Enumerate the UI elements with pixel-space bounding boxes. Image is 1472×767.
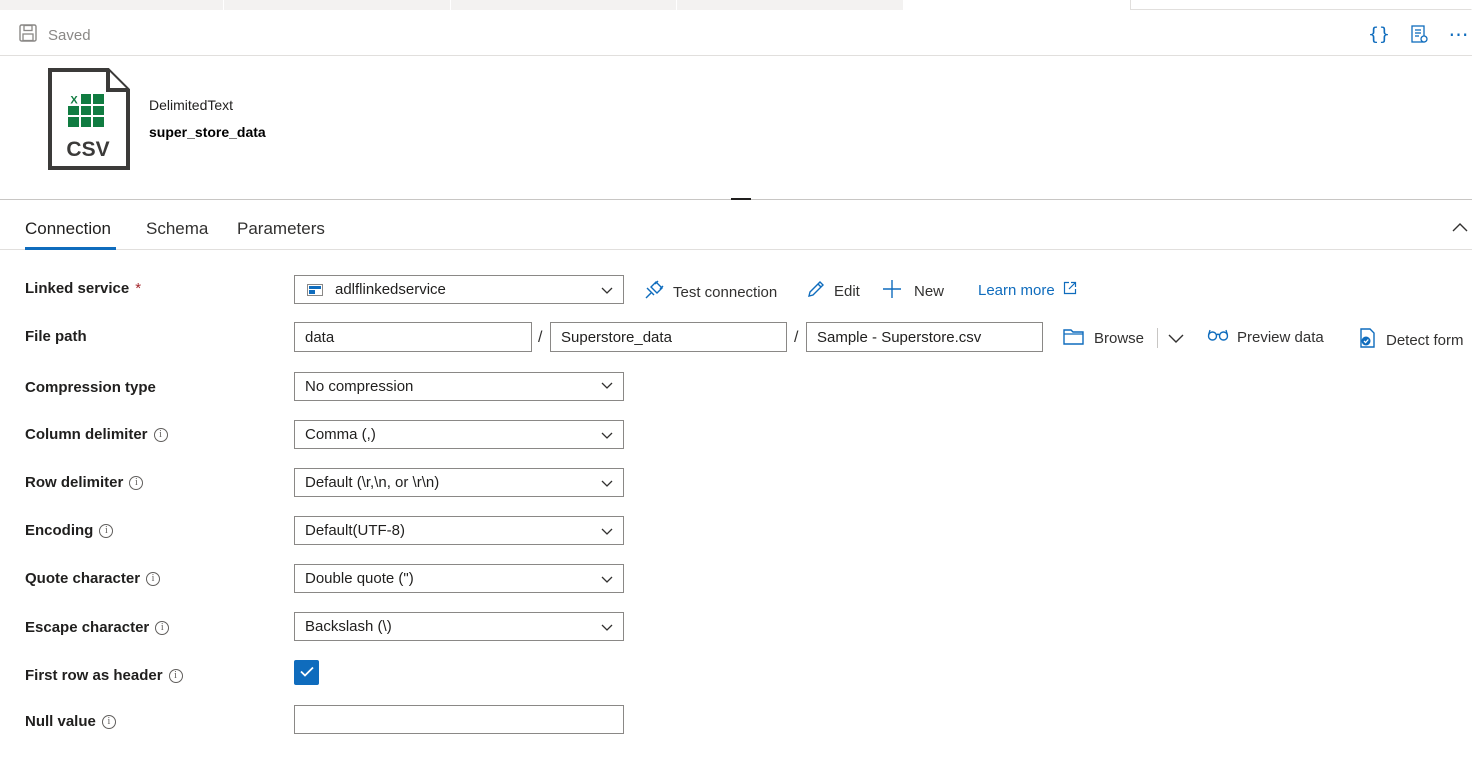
file-path-directory-input[interactable]: Superstore_data xyxy=(550,322,787,352)
first-row-header-checkbox[interactable] xyxy=(294,660,319,685)
glasses-icon xyxy=(1207,328,1229,346)
chevron-down-icon xyxy=(601,428,613,445)
command-bar: Saved {} ⋯ xyxy=(0,11,1472,56)
chevron-down-icon xyxy=(1168,331,1184,348)
chevron-down-icon xyxy=(601,283,613,300)
quote-character-select[interactable]: Double quote (") xyxy=(294,564,624,593)
folder-icon xyxy=(1063,328,1084,349)
linked-service-select[interactable]: adlflinkedservice xyxy=(294,275,624,304)
path-separator: / xyxy=(794,329,799,346)
escape-character-select[interactable]: Backslash (\) xyxy=(294,612,624,641)
info-icon[interactable]: i xyxy=(129,475,144,490)
info-icon[interactable]: i xyxy=(99,523,114,538)
compression-type-select[interactable]: No compression xyxy=(294,372,624,401)
document-tab[interactable] xyxy=(0,0,224,10)
csv-file-icon: X CSV xyxy=(48,68,130,175)
file-path-file-input[interactable]: Sample - Superstore.csv xyxy=(806,322,1043,352)
null-value-input[interactable] xyxy=(294,705,624,734)
code-braces-icon[interactable]: {} xyxy=(1366,21,1392,47)
plus-icon xyxy=(882,279,902,303)
info-icon[interactable]: i xyxy=(168,668,183,683)
file-path-container-input[interactable]: data xyxy=(294,322,532,352)
column-delimiter-select[interactable]: Comma (,) xyxy=(294,420,624,449)
info-icon[interactable]: i xyxy=(153,427,168,442)
row-delimiter-label: Row delimiter i xyxy=(25,474,144,491)
encoding-select[interactable]: Default(UTF-8) xyxy=(294,516,624,545)
document-tab[interactable] xyxy=(224,0,451,10)
pencil-icon xyxy=(806,279,826,303)
encoding-label: Encoding i xyxy=(25,522,114,539)
document-tab[interactable] xyxy=(677,0,904,10)
compression-type-label: Compression type xyxy=(25,379,156,396)
first-row-header-label: First row as header i xyxy=(25,667,183,684)
preview-data-button[interactable]: Preview data xyxy=(1207,328,1324,346)
dataset-name: super_store_data xyxy=(149,124,266,140)
tab-schema[interactable]: Schema xyxy=(146,219,208,239)
test-connection-button[interactable]: Test connection xyxy=(643,279,777,305)
null-value-label: Null value i xyxy=(25,713,116,730)
saved-label: Saved xyxy=(48,26,91,44)
browse-button[interactable]: Browse xyxy=(1063,328,1144,349)
properties-tabs: Connection Schema Parameters xyxy=(0,201,1472,250)
document-tab[interactable] xyxy=(1130,0,1472,10)
document-tab-strip xyxy=(0,0,1472,11)
info-icon[interactable]: i xyxy=(146,571,161,586)
chevron-down-icon xyxy=(601,572,613,589)
file-path-label: File path xyxy=(25,328,87,345)
svg-text:X: X xyxy=(70,95,78,107)
chevron-up-icon[interactable] xyxy=(1452,219,1468,235)
document-tab-active[interactable] xyxy=(904,0,1130,10)
required-marker: * xyxy=(135,280,142,297)
tab-parameters[interactable]: Parameters xyxy=(237,219,325,239)
saved-indicator: Saved xyxy=(18,23,91,47)
chevron-down-icon xyxy=(601,378,613,395)
dataset-type: DelimitedText xyxy=(149,97,234,113)
dataset-header: X CSV DelimitedText super_store_data xyxy=(0,56,1472,200)
info-icon[interactable]: i xyxy=(155,620,170,635)
resize-handle[interactable] xyxy=(731,198,751,200)
chevron-down-icon xyxy=(601,620,613,637)
info-icon[interactable]: i xyxy=(101,714,116,729)
column-delimiter-label: Column delimiter i xyxy=(25,426,168,443)
chevron-down-icon xyxy=(601,476,613,493)
linked-service-icon xyxy=(307,283,323,296)
linked-service-label: Linked service * xyxy=(25,280,142,297)
external-link-icon xyxy=(1063,281,1077,299)
new-button[interactable]: New xyxy=(882,279,944,303)
row-delimiter-select[interactable]: Default (\r,\n, or \r\n) xyxy=(294,468,624,497)
tab-connection[interactable]: Connection xyxy=(25,219,111,239)
properties-icon[interactable] xyxy=(1406,21,1432,47)
chevron-down-icon xyxy=(601,524,613,541)
quote-character-label: Quote character i xyxy=(25,570,161,587)
browse-dropdown-button[interactable] xyxy=(1168,331,1184,348)
save-icon xyxy=(18,23,38,47)
divider xyxy=(1157,328,1158,348)
more-icon[interactable]: ⋯ xyxy=(1446,21,1472,47)
svg-text:CSV: CSV xyxy=(66,138,109,161)
plug-icon xyxy=(643,279,665,305)
detect-format-icon xyxy=(1358,328,1378,352)
checkmark-icon xyxy=(299,664,314,682)
document-tab[interactable] xyxy=(451,0,677,10)
learn-more-link[interactable]: Learn more xyxy=(978,281,1077,299)
path-separator: / xyxy=(538,329,543,346)
escape-character-label: Escape character i xyxy=(25,619,170,636)
detect-format-button[interactable]: Detect form xyxy=(1358,328,1464,352)
edit-button[interactable]: Edit xyxy=(806,279,860,303)
active-tab-indicator xyxy=(25,247,116,250)
